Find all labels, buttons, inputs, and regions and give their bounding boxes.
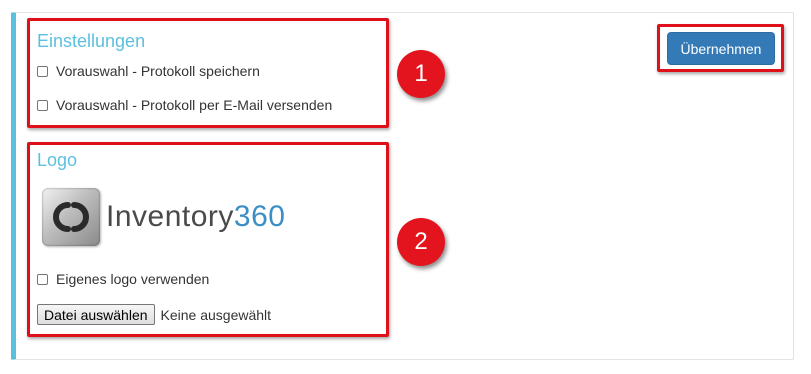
annotation-badge-2: 2 [397,218,445,266]
annotation-badge-1: 1 [397,50,445,98]
highlight-box-settings [27,18,389,128]
highlight-box-logo [27,142,389,337]
highlight-box-apply [657,24,784,72]
